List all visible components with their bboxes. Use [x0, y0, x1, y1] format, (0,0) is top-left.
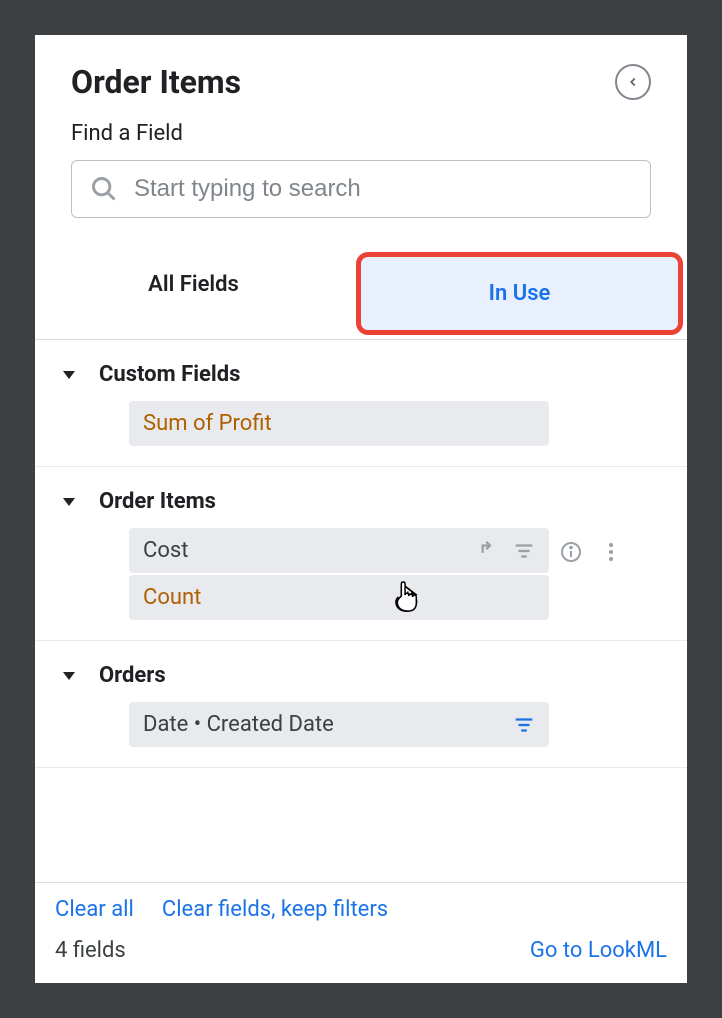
- tabs: All Fields In Use: [35, 248, 687, 340]
- collapse-button[interactable]: [615, 64, 651, 100]
- field-group: Orders Date • Created Date: [35, 641, 687, 768]
- group-header[interactable]: Order Items: [35, 481, 687, 528]
- bottom-links: Clear all Clear fields, keep filters: [35, 882, 687, 928]
- search-label: Find a Field: [71, 121, 651, 146]
- field-group: Order Items Cost Count: [35, 467, 687, 641]
- field-list: Custom Fields Sum of Profit Order Items …: [35, 340, 687, 882]
- field-label: Date • Created Date: [143, 712, 334, 737]
- chevron-down-icon: [63, 498, 75, 506]
- chevron-down-icon: [63, 371, 75, 379]
- group-title: Order Items: [99, 489, 216, 514]
- chevron-down-icon: [63, 672, 75, 680]
- field-row-actions: [479, 540, 535, 562]
- filter-icon[interactable]: [513, 540, 535, 562]
- pivot-icon[interactable]: [479, 540, 501, 562]
- group-header[interactable]: Orders: [35, 655, 687, 702]
- clear-all-link[interactable]: Clear all: [55, 897, 134, 922]
- search-icon: [90, 175, 118, 203]
- field-item[interactable]: Cost: [129, 528, 549, 573]
- field-item[interactable]: Date • Created Date: [129, 702, 549, 747]
- field-count-label: 4 fields: [55, 938, 126, 963]
- group-title: Orders: [99, 663, 166, 688]
- field-item[interactable]: Sum of Profit: [129, 401, 549, 446]
- field-label: Cost: [143, 538, 188, 563]
- filter-icon[interactable]: [513, 714, 535, 736]
- footer: 4 fields Go to LookML: [35, 928, 687, 983]
- tab-in-use[interactable]: In Use: [356, 252, 683, 335]
- field-row-actions: [513, 714, 535, 736]
- search-input[interactable]: [134, 175, 632, 203]
- search-section: Find a Field: [35, 121, 687, 248]
- panel-header: Order Items: [35, 35, 687, 121]
- info-icon[interactable]: [559, 540, 583, 564]
- field-label: Count: [143, 585, 201, 610]
- tab-all-fields[interactable]: All Fields: [35, 248, 352, 339]
- field-label: Sum of Profit: [143, 411, 272, 436]
- field-picker-panel: Order Items Find a Field All Fields In U…: [35, 35, 687, 983]
- search-box[interactable]: [71, 160, 651, 218]
- field-item[interactable]: Count: [129, 575, 549, 620]
- page-title: Order Items: [71, 63, 241, 101]
- more-vert-icon[interactable]: [599, 540, 623, 564]
- go-to-lookml-link[interactable]: Go to LookML: [530, 938, 667, 963]
- group-title: Custom Fields: [99, 362, 240, 387]
- group-header[interactable]: Custom Fields: [35, 354, 687, 401]
- field-group: Custom Fields Sum of Profit: [35, 340, 687, 467]
- clear-fields-link[interactable]: Clear fields, keep filters: [162, 897, 388, 922]
- chevron-left-icon: [626, 75, 640, 89]
